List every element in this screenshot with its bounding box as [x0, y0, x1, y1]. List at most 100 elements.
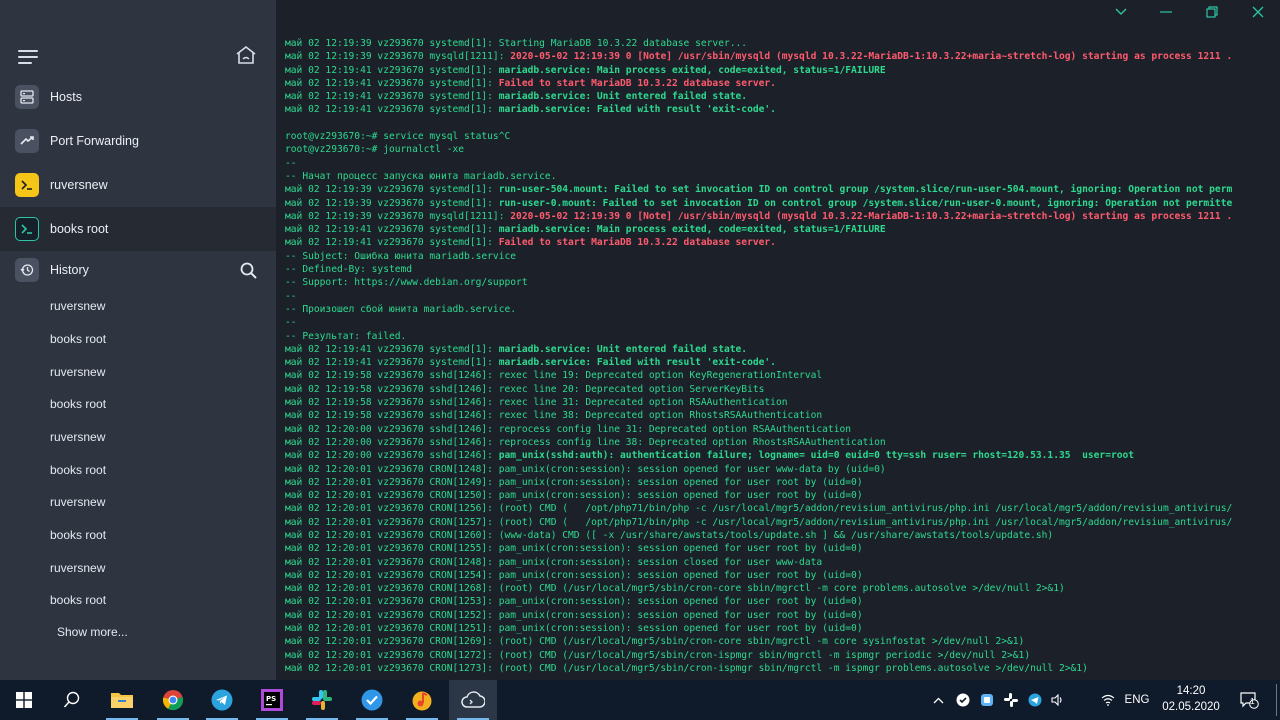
history-item[interactable]: ruversnew	[50, 495, 105, 509]
terminal-line: май 02 12:19:41 vz293670 systemd[1]: mar…	[285, 90, 1275, 103]
menu-icon[interactable]	[18, 50, 38, 64]
sidebar-item-label: Port Forwarding	[50, 134, 139, 148]
show-more-link[interactable]: Show more...	[57, 625, 128, 639]
music-icon[interactable]	[398, 680, 446, 720]
terminal-text: --	[285, 317, 297, 329]
terminal-text: pam_unix(sshd:auth): authentication fail…	[498, 450, 1135, 462]
terminal-line: май 02 12:20:01 vz293670 CRON[1252]: pam…	[285, 609, 1275, 622]
app-tray-icon[interactable]	[976, 680, 998, 720]
termius-icon[interactable]	[449, 680, 497, 720]
terminal-line: май 02 12:19:41 vz293670 systemd[1]: mar…	[285, 64, 1275, 77]
history-item[interactable]: ruversnew	[50, 430, 105, 444]
history-item[interactable]: ruversnew	[50, 561, 105, 575]
slack-icon[interactable]	[298, 680, 346, 720]
slack-tray-icon[interactable]	[1000, 680, 1022, 720]
terminal-text: май 02 12:19:41 vz293670 systemd[1]:	[285, 357, 499, 369]
terminal-line: май 02 12:20:01 vz293670 CRON[1268]: (ro…	[285, 582, 1275, 595]
svg-text:PS: PS	[266, 695, 276, 703]
terminal-line: май 02 12:19:41 vz293670 systemd[1]: Fai…	[285, 77, 1275, 90]
history-item[interactable]: books root	[50, 463, 106, 477]
history-item[interactable]: books root	[50, 397, 106, 411]
terminal-text: -- Начат процесс запуска юнита mariadb.s…	[285, 170, 557, 182]
terminal-line: май 02 12:20:01 vz293670 CRON[1255]: pam…	[285, 542, 1275, 555]
history-item[interactable]: books root	[50, 332, 106, 346]
terminal-line: май 02 12:19:41 vz293670 systemd[1]: Fai…	[285, 236, 1275, 249]
terminal-text: май 02 12:20:01 vz293670 CRON[1248]: pam…	[285, 556, 823, 568]
sidebar-item-port-forwarding[interactable]: Port Forwarding	[0, 119, 276, 163]
notification-icon[interactable]: 1	[1234, 680, 1264, 720]
volume-icon[interactable]	[1048, 680, 1068, 720]
terminal-line: май 02 12:20:01 vz293670 CRON[1256]: (ro…	[285, 502, 1275, 515]
language-indicator[interactable]: ENG	[1122, 680, 1152, 720]
history-header: History	[0, 253, 276, 287]
telegram-icon[interactable]	[198, 680, 246, 720]
home-icon[interactable]	[235, 45, 257, 65]
terminal-text: mariadb.service: Unit entered failed sta…	[498, 343, 748, 355]
terminal-line: май 02 12:20:01 vz293670 CRON[1253]: pam…	[285, 595, 1275, 608]
terminal-icon	[15, 173, 39, 197]
terminal-line: май 02 12:20:01 vz293670 CRON[1248]: pam…	[285, 463, 1275, 476]
terminal-line: май 02 12:20:01 vz293670 CRON[1249]: pam…	[285, 476, 1275, 489]
terminal-line: май 02 12:20:01 vz293670 CRON[1250]: pam…	[285, 489, 1275, 502]
terminal-text: май 02 12:20:01 vz293670 CRON[1252]: pam…	[285, 609, 863, 621]
terminal-text: -- Результат: failed.	[285, 330, 407, 342]
sidebar-item-ruversnew[interactable]: ruversnew	[0, 163, 276, 207]
terminal-text: 2020-05-02 12:19:39 0 [Note] /usr/sbin/m…	[510, 210, 1233, 222]
todo-icon[interactable]	[348, 680, 396, 720]
start-icon[interactable]	[0, 680, 48, 720]
chevron-up-icon[interactable]	[928, 680, 948, 720]
terminal-text: run-user-504.mount: Failed to set invoca…	[498, 184, 1233, 196]
phpstorm-icon[interactable]: PS	[248, 680, 296, 720]
terminal-text: май 02 12:20:01 vz293670 CRON[1257]: (ro…	[285, 516, 1233, 528]
terminal-line: май 02 12:19:39 vz293670 systemd[1]: run…	[285, 197, 1275, 210]
history-item[interactable]: books root	[50, 528, 106, 542]
history-icon	[15, 258, 39, 282]
terminal-text: май 02 12:20:01 vz293670 CRON[1251]: pam…	[285, 623, 863, 635]
sidebar-item-books-root[interactable]: books root	[0, 207, 276, 251]
terminal-text: май 02 12:19:58 vz293670 sshd[1246]: rex…	[285, 383, 765, 395]
terminal-text: май 02 12:20:00 vz293670 sshd[1246]:	[285, 450, 499, 462]
history-item[interactable]: books root	[50, 593, 106, 607]
terminal-text: май 02 12:20:01 vz293670 CRON[1256]: (ro…	[285, 503, 1233, 515]
sidebar: Hosts Port Forwarding ruversnew books ro…	[0, 0, 276, 680]
terminal-line: май 02 12:20:01 vz293670 CRON[1260]: (ww…	[285, 529, 1275, 542]
close-icon[interactable]	[1248, 4, 1268, 20]
chrome-icon[interactable]	[149, 680, 197, 720]
sidebar-item-hosts[interactable]: Hosts	[0, 75, 276, 119]
terminal-text: май 02 12:19:39 vz293670 mysqld[1211]:	[285, 210, 511, 222]
terminal-text: mariadb.service: Failed with result 'exi…	[498, 104, 776, 116]
terminal-line: --	[285, 290, 1275, 303]
terminal-line: май 02 12:20:00 vz293670 sshd[1246]: pam…	[285, 449, 1275, 462]
file-explorer-icon[interactable]	[98, 680, 146, 720]
terminal-text: май 02 12:19:41 vz293670 systemd[1]:	[285, 343, 499, 355]
terminal-line: май 02 12:19:41 vz293670 systemd[1]: mar…	[285, 103, 1275, 116]
terminal-text: май 02 12:19:41 vz293670 systemd[1]:	[285, 77, 499, 89]
search-icon[interactable]	[48, 680, 96, 720]
search-icon[interactable]	[240, 262, 258, 280]
terminal-line: май 02 12:19:39 vz293670 systemd[1]: run…	[285, 183, 1275, 196]
shield-check-icon[interactable]	[952, 680, 974, 720]
history-item[interactable]: ruversnew	[50, 365, 105, 379]
clock[interactable]: 14:20 02.05.2020	[1157, 683, 1225, 715]
restore-icon[interactable]	[1202, 4, 1222, 20]
terminal-line: -- Subject: Ошибка юнита mariadb.service	[285, 250, 1275, 263]
show-desktop-divider[interactable]	[1276, 684, 1277, 716]
chevron-down-icon[interactable]	[1111, 4, 1131, 20]
telegram-tray-icon[interactable]	[1024, 680, 1046, 720]
terminal-line: май 02 12:19:58 vz293670 sshd[1246]: rex…	[285, 369, 1275, 382]
notification-count: 1	[1250, 696, 1255, 706]
terminal-text: май 02 12:19:41 vz293670 systemd[1]:	[285, 224, 499, 236]
terminal-text: mariadb.service: Main process exited, co…	[498, 224, 886, 236]
minimize-icon[interactable]	[1156, 4, 1176, 20]
wifi-icon[interactable]	[1098, 680, 1118, 720]
clock-time: 14:20	[1176, 685, 1206, 697]
terminal-text: mariadb.service: Unit entered failed sta…	[498, 91, 748, 103]
terminal-text: root@vz293670:~# journalctl -xe	[285, 144, 465, 156]
terminal-text: май 02 12:20:01 vz293670 CRON[1273]: (ro…	[285, 662, 1088, 674]
terminal-window[interactable]: май 02 12:19:39 vz293670 systemd[1]: Sta…	[276, 0, 1280, 680]
history-item[interactable]: ruversnew	[50, 299, 105, 313]
terminal-line: -- Defined-By: systemd	[285, 263, 1275, 276]
terminal-text: май 02 12:19:39 vz293670 systemd[1]: Sta…	[285, 38, 748, 49]
terminal-line: май 02 12:20:01 vz293670 CRON[1254]: pam…	[285, 569, 1275, 582]
terminal-text: Failed to start MariaDB 10.3.22 database…	[498, 77, 776, 89]
